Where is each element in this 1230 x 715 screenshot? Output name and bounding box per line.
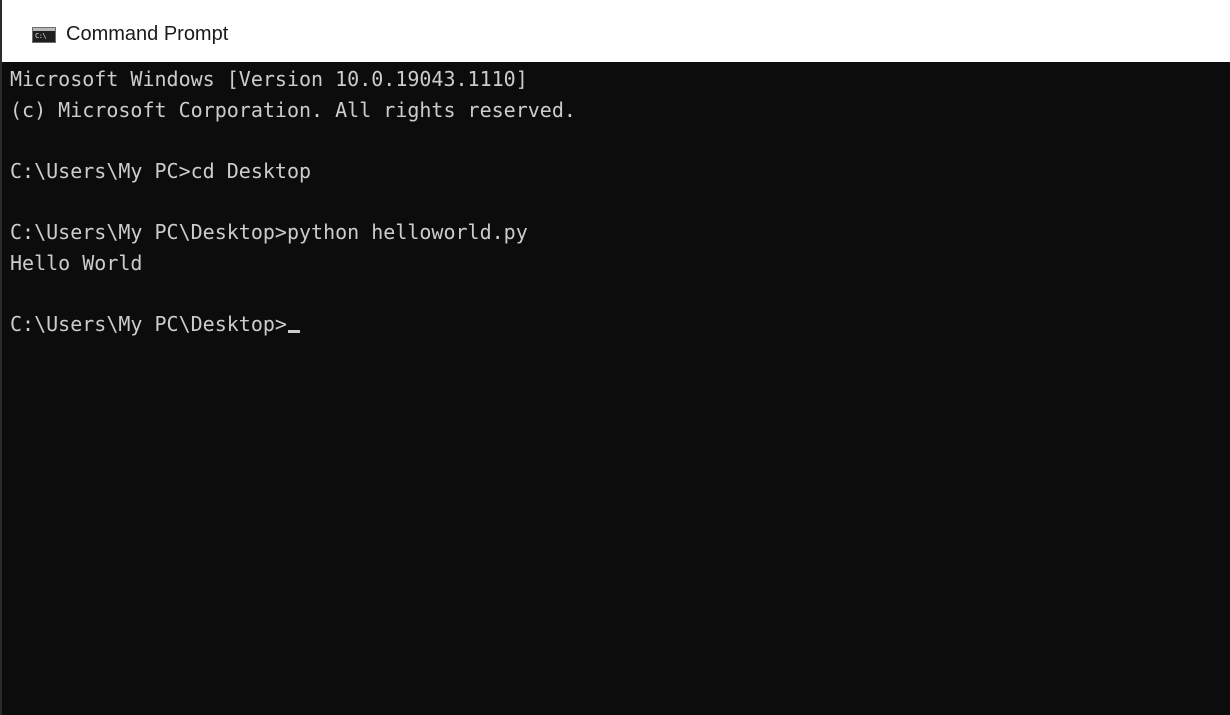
terminal-icon-text: C:\: [35, 32, 47, 40]
console-line: C:\Users\My PC>cd Desktop: [10, 158, 312, 183]
command-prompt-window: C:\ Command Prompt Microsoft Windows [Ve…: [0, 0, 1230, 715]
console-lines: Microsoft Windows [Version 10.0.19043.11…: [10, 64, 576, 339]
console-line: C:\Users\My PC\Desktop>python helloworld…: [10, 219, 528, 244]
console-line: Microsoft Windows [Version 10.0.19043.11…: [10, 67, 528, 91]
window-title: Command Prompt: [66, 23, 229, 45]
prompt-text: C:\Users\My PC\Desktop>: [10, 311, 287, 336]
console-output-area[interactable]: Microsoft Windows [Version 10.0.19043.11…: [2, 62, 1230, 715]
title-bar[interactable]: C:\ Command Prompt: [2, 0, 1230, 62]
terminal-icon-bar: [33, 28, 55, 31]
console-line: (c) Microsoft Corporation. All rights re…: [10, 97, 576, 122]
text-cursor: [287, 329, 300, 333]
console-line: Hello World: [10, 250, 143, 275]
terminal-icon[interactable]: C:\: [32, 27, 56, 43]
command-prompt-line[interactable]: C:\Users\My PC\Desktop>: [10, 309, 576, 340]
